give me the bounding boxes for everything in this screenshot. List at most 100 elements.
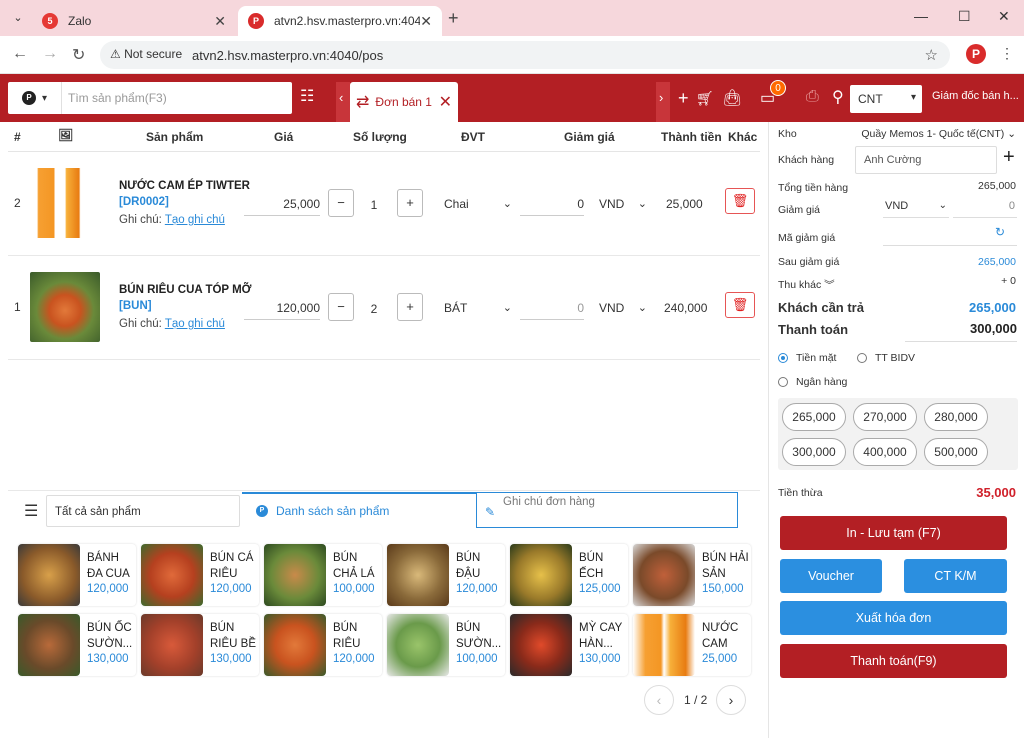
reload-icon[interactable]: ↻ (72, 45, 85, 65)
product-card[interactable]: BÁNH ĐA CUA HẢ... 120,000 (18, 544, 136, 606)
product-card-price: 120,000 (210, 583, 252, 595)
next-order-icon[interactable]: › (659, 90, 663, 105)
voucher-button[interactable]: Voucher (780, 559, 882, 593)
checkout-button[interactable]: Thanh toán(F9) (780, 644, 1007, 678)
close-tab-icon[interactable]: ✕ (214, 13, 226, 30)
product-card[interactable]: MỲ CAY HÀN... 130,000 (510, 614, 628, 676)
product-card[interactable]: BÚN SƯỜN... 100,000 (387, 614, 505, 676)
branch-select[interactable]: CNT ▾ (850, 85, 922, 113)
price-field[interactable]: 120,000 (244, 296, 320, 320)
forward-icon[interactable]: → (42, 45, 58, 63)
product-card[interactable]: BÚN RIÊU CUA TÓ... 120,000 (264, 614, 382, 676)
minimize-icon[interactable]: — (914, 8, 928, 24)
quick-amount-button[interactable]: 270,000 (853, 403, 917, 431)
add-customer-icon[interactable]: + (1003, 146, 1015, 169)
order-tab[interactable]: ⇄ Đơn bán 1 ✕ (350, 82, 458, 122)
new-tab-button[interactable]: + (448, 8, 459, 29)
delete-row-button[interactable]: 🗑︎ (725, 188, 755, 214)
discount-field[interactable]: 0 (520, 296, 584, 320)
product-card[interactable]: BÚN ĐẬU MẮM... 120,000 (387, 544, 505, 606)
prev-order-icon[interactable]: ‹ (339, 90, 343, 105)
issue-invoice-button[interactable]: Xuất hóa đơn (780, 601, 1007, 635)
row-total: 25,000 (666, 197, 703, 211)
unit-select[interactable]: BÁT ⌄ (444, 301, 512, 315)
browser-tab-pos[interactable]: P atvn2.hsv.masterpro.vn:4040/po ✕ (238, 6, 442, 36)
method-bank-radio[interactable]: Ngân hàng (778, 376, 847, 388)
order-note-input[interactable]: ✎ Ghi chú đơn hàng (476, 492, 738, 528)
product-card[interactable]: BÚN ỐC SƯỜN... 130,000 (18, 614, 136, 676)
product-card-name: BÚN CHẢ LÁ LỐT (333, 552, 375, 580)
location-pin-icon[interactable]: ⚲ (832, 87, 844, 107)
barcode-filter-icon[interactable]: ☷ (300, 86, 314, 106)
category-select[interactable]: Tất cả sản phẩm (46, 495, 240, 527)
quick-amount-button[interactable]: 280,000 (924, 403, 988, 431)
qty-value[interactable]: 1 (344, 198, 404, 212)
product-card[interactable]: NƯỚC CAM ÉP... 25,000 (633, 614, 751, 676)
note-label: Ghi chú: (119, 318, 162, 330)
customer-input[interactable]: Anh Cường (855, 146, 997, 174)
qty-increase-button[interactable]: + (397, 293, 423, 321)
warehouse-select[interactable]: Quầy Memos 1- Quốc tế(CNT) ⌄ (861, 128, 1016, 140)
order-discount-field[interactable]: 0 (953, 196, 1017, 218)
browser-tab-zalo[interactable]: 5 Zalo ✕ (32, 6, 236, 36)
extension-p-icon[interactable]: P (966, 44, 986, 64)
quick-amount-button[interactable]: 400,000 (853, 438, 917, 466)
create-note-link[interactable]: Tạo ghi chú (165, 214, 225, 226)
product-card[interactable]: BÚN HẢI SẢN 150,000 (633, 544, 751, 606)
create-note-link[interactable]: Tạo ghi chú (165, 318, 225, 330)
discount-unit-select[interactable]: VND ⌄ (599, 197, 647, 211)
discount-field[interactable]: 0 (520, 192, 584, 216)
order-discount-unit-select[interactable]: VND ⌄ (883, 196, 949, 218)
delete-row-button[interactable]: 🗑︎ (725, 292, 755, 318)
tab-product-list-label: Danh sách sản phẩm (276, 504, 390, 518)
prev-page-button[interactable]: ‹ (644, 685, 674, 715)
cart-icon[interactable]: 🛒︎ (696, 90, 714, 107)
close-window-icon[interactable]: ✕ (998, 8, 1010, 25)
product-card-price: 120,000 (87, 583, 129, 595)
promotion-button[interactable]: CT K/M (904, 559, 1007, 593)
price-field[interactable]: 25,000 (244, 192, 320, 216)
close-order-icon[interactable]: ✕ (439, 92, 452, 112)
method-cash-radio[interactable]: Tiền mặt (778, 352, 836, 364)
add-order-icon[interactable]: + (678, 88, 689, 109)
product-search-input[interactable] (68, 82, 288, 114)
discount-unit-value: VND (599, 301, 625, 315)
product-card[interactable]: BÚN CÁ RIÊU CUA 120,000 (141, 544, 259, 606)
not-secure-indicator[interactable]: ⚠ Not secure (110, 47, 182, 61)
next-page-button[interactable]: › (716, 685, 746, 715)
tab-search-chevron-icon[interactable]: ⌄ (8, 8, 28, 28)
other-fee-label[interactable]: Thu khác ︾ (778, 277, 835, 292)
product-card-name: BÚN RIÊU CUA TÓ... (333, 622, 361, 650)
quick-amount-button[interactable]: 500,000 (924, 438, 988, 466)
quick-amount-button[interactable]: 300,000 (782, 438, 846, 466)
bookmark-star-icon[interactable]: ☆ (925, 46, 938, 64)
shopping-bag-icon[interactable]: 👜︎ (722, 88, 742, 108)
discount-unit-select[interactable]: VND ⌄ (599, 301, 647, 315)
product-card[interactable]: BÚN RIÊU BỀ BỀ 130,000 (141, 614, 259, 676)
product-name: NƯỚC CAM ÉP TIWTER (119, 180, 250, 192)
maximize-icon[interactable]: ☐ (958, 8, 971, 25)
close-tab-icon[interactable]: ✕ (420, 13, 432, 30)
product-card-price: 130,000 (87, 653, 129, 665)
quick-amount-button[interactable]: 265,000 (782, 403, 846, 431)
payment-input[interactable]: 300,000 (905, 318, 1017, 342)
product-card-image (141, 614, 203, 676)
tab-product-list[interactable]: P Danh sách sản phẩm (242, 492, 476, 528)
product-card[interactable]: BÚN ẾCH MĂNG... 125,000 (510, 544, 628, 606)
qty-value[interactable]: 2 (344, 302, 404, 316)
browser-menu-icon[interactable]: ⋮ (1000, 45, 1014, 62)
refresh-icon[interactable]: ↻ (995, 225, 1005, 239)
method-bidv-radio[interactable]: TT BIDV (857, 352, 915, 364)
user-role[interactable]: Giám đốc bán h... (932, 90, 1019, 102)
menu-icon[interactable]: ☰ (24, 501, 38, 521)
unit-select[interactable]: Chai ⌄ (444, 197, 512, 211)
save-temp-button[interactable]: In - Lưu tạm (F7) (780, 516, 1007, 550)
search-mode-select[interactable]: P ▾ (8, 82, 62, 114)
qty-increase-button[interactable]: + (397, 189, 423, 217)
back-icon[interactable]: ← (12, 45, 28, 63)
url-text[interactable]: atvn2.hsv.masterpro.vn:4040/pos (192, 48, 383, 63)
product-card[interactable]: BÚN CHẢ LÁ LỐT 100,000 (264, 544, 382, 606)
printer-icon[interactable]: ⎙ (806, 88, 819, 106)
omnibox[interactable]: ⚠ Not secure atvn2.hsv.masterpro.vn:4040… (100, 41, 950, 69)
orange-juice-image (30, 168, 100, 238)
